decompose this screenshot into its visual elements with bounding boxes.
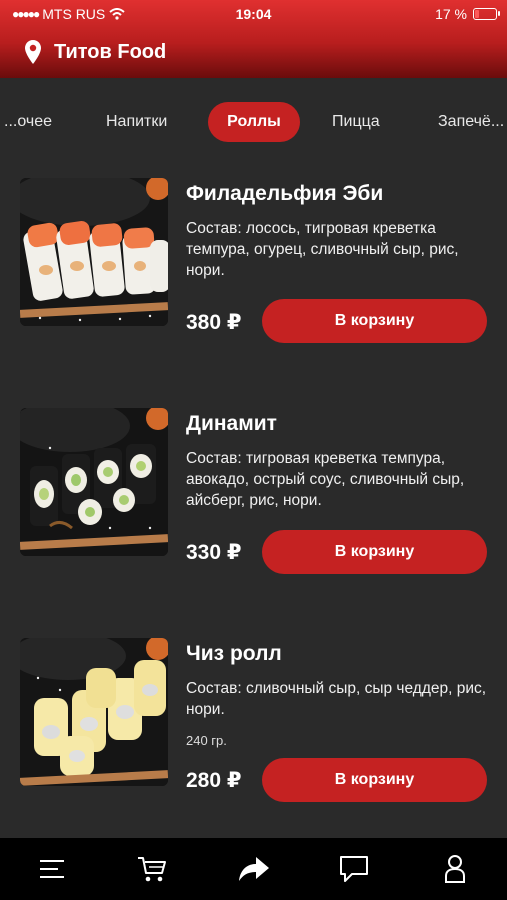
nav-profile[interactable] [438,854,472,884]
product-price: 330 ₽ [186,541,242,564]
chat-icon [340,856,368,882]
product-description: Состав: лосось, тигровая креветка темпур… [186,220,459,279]
tab-rolls[interactable]: Роллы [208,102,300,142]
product-weight: 240 гр. [186,733,227,748]
clock: 19:04 [235,6,272,22]
app-header: ●●●●● MTS RUS 19:04 17 % Титов Food [0,0,507,78]
product-name: Филадельфия Эби [186,182,384,205]
product-description: Состав: тигровая креветка темпура, авока… [186,450,465,509]
product-name: Динамит [186,412,277,435]
product-name: Чиз ролл [186,642,282,665]
menu-icon [40,860,64,878]
add-to-cart-button[interactable]: В корзину [262,758,487,802]
add-to-cart-button[interactable]: В корзину [262,299,487,343]
product-description: Состав: сливочный сыр, сыр чеддер, рис, … [186,680,487,718]
location-pin-icon [25,40,41,64]
tab-baked[interactable]: Запечё... [438,102,504,142]
product-image[interactable] [20,638,168,786]
nav-share[interactable] [237,854,271,884]
bottom-navigation [0,838,507,900]
product-image[interactable] [20,178,168,326]
nav-cart[interactable] [135,854,169,884]
profile-icon [445,855,465,883]
cart-icon [138,857,166,882]
product-card: Филадельфия Эби Состав: лосось, тигровая… [20,178,490,343]
status-bar: ●●●●● MTS RUS 19:04 17 % [0,0,507,30]
app-title: Титов Food [54,40,167,63]
battery-icon [473,8,500,20]
category-tabs: ...очее Напитки Роллы Пицца Запечё... [0,102,507,142]
header-title-row[interactable]: Титов Food [24,39,166,65]
product-price: 280 ₽ [186,769,242,792]
tab-drinks[interactable]: Напитки [106,102,167,142]
add-to-cart-button[interactable]: В корзину [262,530,487,574]
nav-menu[interactable] [35,854,69,884]
product-card: Чиз ролл Состав: сливочный сыр, сыр чедд… [20,638,490,803]
product-price: 380 ₽ [186,311,242,334]
product-image[interactable] [20,408,168,556]
product-card: Динамит Состав: тигровая креветка темпур… [20,408,490,574]
nav-chat[interactable] [337,854,371,884]
battery-percent: 17 % [435,6,467,22]
share-arrow-icon [239,857,269,881]
battery-status: 17 % [435,6,500,22]
tab-prochee[interactable]: ...очее [4,102,52,142]
tab-pizza[interactable]: Пицца [332,102,380,142]
